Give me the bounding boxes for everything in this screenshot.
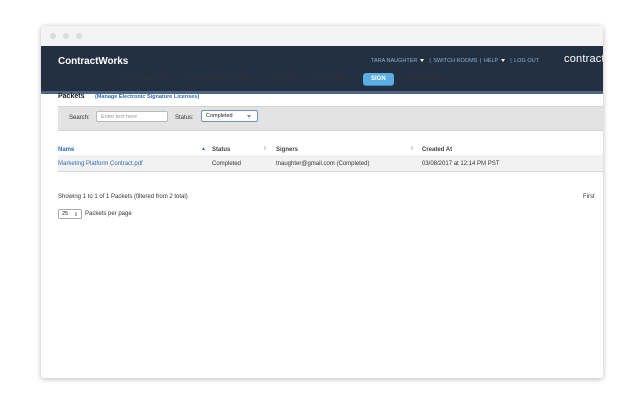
chevron-down-icon xyxy=(247,115,251,118)
sort-icon[interactable]: ⇕ xyxy=(263,146,267,152)
chevron-down-icon[interactable] xyxy=(501,58,506,62)
packet-signers: tnaughter@gmail.com (Completed) xyxy=(276,161,370,167)
sort-icon[interactable]: ⇕ xyxy=(410,146,414,152)
browser-window: ContractWorks TARA NAUGHTER | SWITCH ROOM… xyxy=(41,26,603,378)
column-header-status[interactable]: Status xyxy=(212,147,230,153)
nav-settings[interactable]: SETTINGS xyxy=(411,76,441,82)
updown-arrow-icon: ⇕ xyxy=(73,212,78,218)
chevron-down-icon[interactable] xyxy=(420,58,425,62)
table-info: Showing 1 to 1 of 1 Packets (filtered fr… xyxy=(58,194,188,200)
status-select-value: Completed xyxy=(206,113,233,119)
page-title: Packets xyxy=(58,93,85,100)
packet-name-link[interactable]: Marketing Platform Contract.pdf xyxy=(58,161,143,167)
per-page-value: 25 xyxy=(62,211,69,217)
minimize-dot-icon[interactable] xyxy=(63,33,69,39)
packet-status: Completed xyxy=(212,161,242,167)
column-header-name[interactable]: Name xyxy=(58,147,74,153)
column-header-signers[interactable]: Signers xyxy=(276,147,298,153)
brand-wordmark: contract xyxy=(564,53,603,65)
per-page-label: Packets per page xyxy=(85,211,132,217)
search-input[interactable]: Enter text here xyxy=(96,111,168,122)
logout-link[interactable]: LOG OUT xyxy=(514,58,539,64)
switch-rooms-link[interactable]: SWITCH ROOMS xyxy=(433,58,477,64)
packet-created-at: 03/08/2017 at 12:14 PM PST xyxy=(422,161,500,167)
maximize-dot-icon[interactable] xyxy=(76,33,82,39)
nav-sign[interactable]: SIGN xyxy=(363,73,394,85)
pagination-first[interactable]: First xyxy=(583,194,595,200)
divider: | xyxy=(510,58,512,64)
divider: | xyxy=(479,58,482,64)
user-menu[interactable]: TARA NAUGHTER xyxy=(371,58,417,64)
nav-tags-templates[interactable]: TAGS / TEMPLATES xyxy=(190,76,246,82)
close-dot-icon[interactable] xyxy=(50,33,56,39)
window-titlebar xyxy=(41,26,603,46)
status-label: Status: xyxy=(175,115,194,121)
sort-asc-icon[interactable]: ▲ xyxy=(201,146,206,152)
user-nav: TARA NAUGHTER | SWITCH ROOMS | HELP | LOG … xyxy=(371,58,539,64)
nav-users[interactable]: USERS xyxy=(272,76,293,82)
column-header-created-at[interactable]: Created At xyxy=(422,147,452,153)
app-header xyxy=(41,46,603,94)
divider: | xyxy=(429,58,431,64)
table-bottom-divider xyxy=(58,171,603,172)
manage-licenses-link[interactable]: (Manage Electronic Signature Licenses) xyxy=(95,94,199,100)
status-select[interactable]: Completed xyxy=(201,110,258,122)
nav-reports[interactable]: REPORTS xyxy=(317,76,346,82)
nav-documents[interactable]: DOCUMENTS xyxy=(126,76,165,82)
per-page-select[interactable]: 25 ⇕ xyxy=(58,209,82,219)
help-menu[interactable]: HELP xyxy=(484,58,498,64)
search-label: Search: xyxy=(69,115,90,121)
app-logo[interactable]: ContractWorks xyxy=(58,56,128,67)
